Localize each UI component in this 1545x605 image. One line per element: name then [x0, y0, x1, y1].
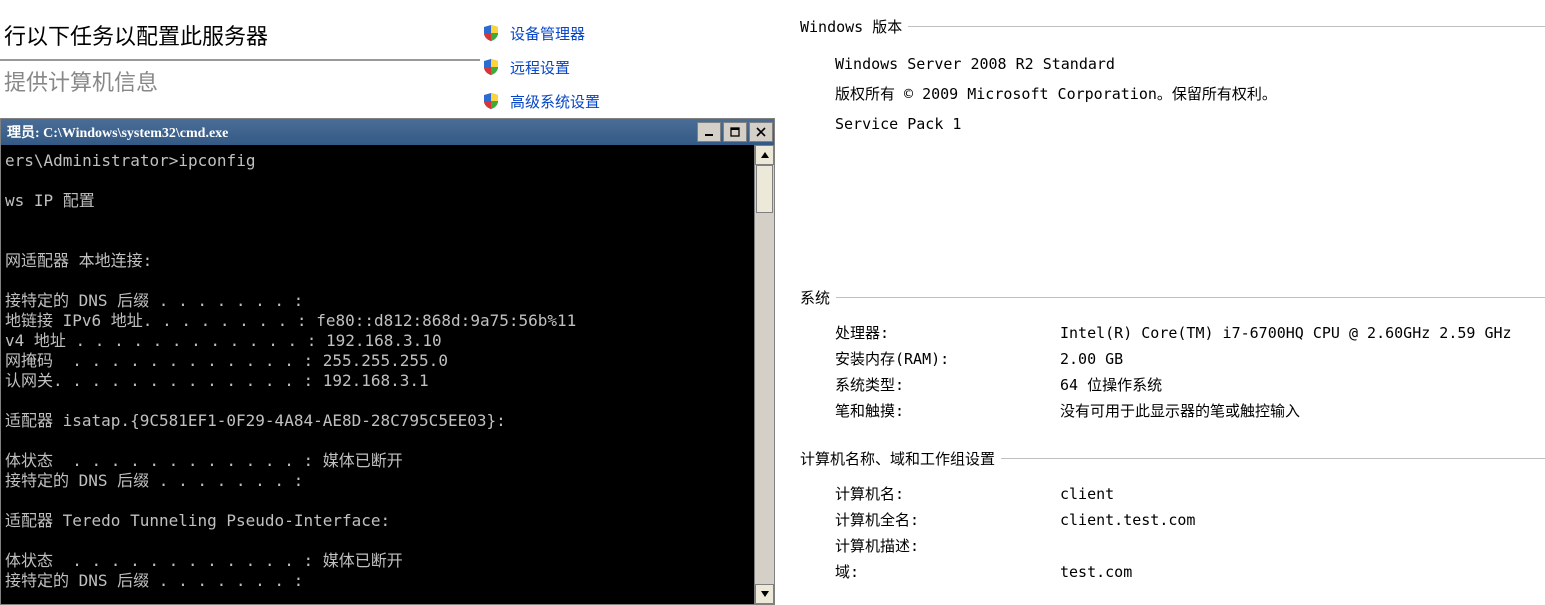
ram-value: 2.00 GB: [1060, 346, 1545, 372]
link-remote-settings-label[interactable]: 远程设置: [510, 57, 570, 78]
link-device-manager-label[interactable]: 设备管理器: [510, 23, 585, 44]
scrollbar[interactable]: [754, 145, 774, 604]
system-type-value: 64 位操作系统: [1060, 372, 1545, 398]
link-device-manager[interactable]: 设备管理器: [482, 16, 600, 50]
server-config-subtitle: 提供计算机信息: [0, 61, 480, 97]
pen-touch-label: 笔和触摸:: [835, 398, 1060, 424]
group-windows-edition-label: Windows 版本: [800, 16, 902, 37]
close-button[interactable]: [749, 122, 773, 142]
server-config-title: 行以下任务以配置此服务器: [0, 15, 480, 61]
shield-icon: [482, 58, 500, 76]
server-config-header: 行以下任务以配置此服务器 提供计算机信息: [0, 15, 480, 97]
shield-icon: [482, 24, 500, 42]
cpu-label: 处理器:: [835, 320, 1060, 346]
computer-desc-value: [1060, 533, 1545, 559]
scroll-up-button[interactable]: [755, 145, 774, 165]
computer-name-value: client: [1060, 481, 1545, 507]
console-title: 理员: C:\Windows\system32\cmd.exe: [7, 122, 696, 142]
maximize-button[interactable]: [723, 122, 747, 142]
windows-service-pack: Service Pack 1: [835, 109, 1545, 139]
windows-edition: Windows Server 2008 R2 Standard: [835, 49, 1545, 79]
computer-desc-label: 计算机描述:: [835, 533, 1060, 559]
console-window: 理员: C:\Windows\system32\cmd.exe ers\Admi…: [0, 118, 775, 605]
system-links-panel: 设备管理器 远程设置 高级系统设置: [482, 16, 600, 118]
console-output[interactable]: ers\Administrator>ipconfig ws IP 配置 网适配器…: [1, 145, 754, 604]
divider: [836, 297, 1545, 298]
computer-name-label: 计算机名:: [835, 481, 1060, 507]
console-client: ers\Administrator>ipconfig ws IP 配置 网适配器…: [1, 145, 774, 604]
link-advanced-settings[interactable]: 高级系统设置: [482, 84, 600, 118]
divider: [908, 26, 1545, 27]
link-remote-settings[interactable]: 远程设置: [482, 50, 600, 84]
computer-domain-value: test.com: [1060, 559, 1545, 585]
system-properties-panel: Windows 版本 Windows Server 2008 R2 Standa…: [800, 10, 1545, 603]
pen-touch-value: 没有可用于此显示器的笔或触控输入: [1060, 398, 1545, 424]
group-system-label: 系统: [800, 287, 830, 308]
scroll-thumb[interactable]: [756, 165, 773, 213]
divider: [1001, 458, 1545, 459]
group-system: 系统: [800, 287, 1545, 308]
console-titlebar[interactable]: 理员: C:\Windows\system32\cmd.exe: [1, 119, 774, 145]
scroll-down-button[interactable]: [755, 584, 774, 604]
system-type-label: 系统类型:: [835, 372, 1060, 398]
computer-domain-label: 域:: [835, 559, 1060, 585]
computer-fullname-value: client.test.com: [1060, 507, 1545, 533]
windows-copyright: 版权所有 © 2009 Microsoft Corporation。保留所有权利…: [835, 79, 1545, 109]
link-advanced-settings-label[interactable]: 高级系统设置: [510, 91, 600, 112]
minimize-button[interactable]: [697, 122, 721, 142]
cpu-value: Intel(R) Core(TM) i7-6700HQ CPU @ 2.60GH…: [1060, 320, 1545, 346]
ram-label: 安装内存(RAM):: [835, 346, 1060, 372]
group-computer-name-label: 计算机名称、域和工作组设置: [800, 448, 995, 469]
shield-icon: [482, 92, 500, 110]
group-windows-edition: Windows 版本: [800, 16, 1545, 37]
group-computer-name: 计算机名称、域和工作组设置: [800, 448, 1545, 469]
computer-fullname-label: 计算机全名:: [835, 507, 1060, 533]
